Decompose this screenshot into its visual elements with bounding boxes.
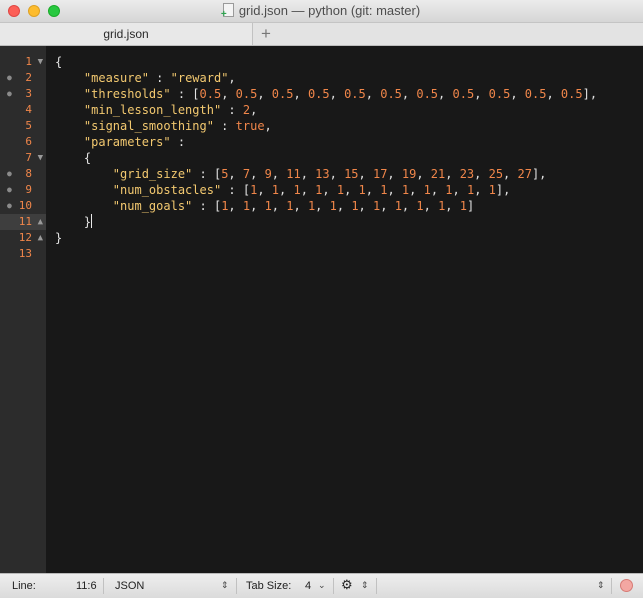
encoding-updown-icon[interactable]: ⇕ [597, 580, 605, 591]
line-number: 3 [25, 87, 32, 100]
change-marker-icon: ● [7, 185, 12, 194]
code-line[interactable]: "num_goals" : [1, 1, 1, 1, 1, 1, 1, 1, 1… [55, 198, 474, 214]
code-line[interactable]: "signal_smoothing" : true, [55, 118, 272, 134]
code-line[interactable]: } [55, 230, 62, 246]
code-line[interactable]: "num_obstacles" : [1, 1, 1, 1, 1, 1, 1, … [55, 182, 511, 198]
gutter-line[interactable]: 13 [0, 246, 46, 262]
chevron-down-icon[interactable]: ⌄ [318, 580, 326, 591]
code-line[interactable]: } [55, 214, 93, 230]
code-editor[interactable]: 1 ▼ ● 2 ● 3 4 5 6 7 ▼ ● 8 ● 9 ● 10 11 ▲ 12 ▲ 13 { "measure" :… [0, 46, 643, 573]
tab-size-label: Tab Size: [246, 580, 292, 592]
gutter-line[interactable]: 4 [0, 102, 46, 118]
line-number: 12 [18, 231, 32, 244]
gutter-line[interactable]: ● 8 [0, 166, 46, 182]
fold-arrow-icon[interactable]: ▲ [38, 230, 43, 246]
line-number: 11 [18, 215, 32, 228]
line-number-gutter: 1 ▼ ● 2 ● 3 4 5 6 7 ▼ ● 8 ● 9 ● 10 11 ▲ 12 ▲ 13 [0, 46, 46, 573]
syntax-selector[interactable]: JSON [115, 580, 144, 592]
code-line[interactable]: "thresholds" : [0.5, 0.5, 0.5, 0.5, 0.5,… [55, 86, 597, 102]
text-cursor [91, 214, 93, 228]
tab-size-value[interactable]: 4 [305, 580, 311, 592]
line-number: 6 [25, 135, 32, 148]
gutter-line[interactable]: ● 3 [0, 86, 46, 102]
gutter-line[interactable]: 11 ▲ [0, 214, 46, 230]
change-marker-icon: ● [7, 201, 12, 210]
line-number: 1 [25, 55, 32, 68]
code-line[interactable]: { [55, 54, 62, 70]
settings-updown-icon[interactable]: ⇕ [361, 580, 369, 591]
tab-grid-json[interactable]: grid.json [0, 23, 253, 45]
window-title-text: grid.json — python (git: master) [238, 3, 421, 18]
status-divider [376, 578, 377, 594]
gutter-line[interactable]: 1 ▼ [0, 54, 46, 70]
gutter-line[interactable]: ● 10 [0, 198, 46, 214]
code-line[interactable]: "parameters" : [55, 134, 185, 150]
tab-bar: grid.json + [0, 23, 643, 46]
title-bar: grid.json — python (git: master) [0, 0, 643, 23]
line-number: 10 [18, 199, 32, 212]
line-number: 2 [25, 71, 32, 84]
new-tab-button[interactable]: + [256, 23, 276, 45]
gutter-line[interactable]: 7 ▼ [0, 150, 46, 166]
line-label: Line: [12, 580, 36, 592]
document-icon [221, 3, 234, 20]
gutter-line[interactable]: 6 [0, 134, 46, 150]
fold-arrow-icon[interactable]: ▼ [38, 54, 43, 70]
record-macro-icon[interactable] [620, 579, 633, 592]
code-line[interactable]: "measure" : "reward", [55, 70, 236, 86]
line-number: 9 [25, 183, 32, 196]
gear-icon[interactable]: ⚙ [341, 577, 353, 593]
line-number: 13 [18, 247, 32, 260]
app-window: grid.json — python (git: master) grid.js… [0, 0, 643, 598]
cursor-position[interactable]: 11:6 [76, 580, 97, 592]
code-line[interactable]: "grid_size" : [5, 7, 9, 11, 13, 15, 17, … [55, 166, 547, 182]
syntax-updown-icon[interactable]: ⇕ [221, 580, 229, 591]
change-marker-icon: ● [7, 89, 12, 98]
gutter-line[interactable]: ● 2 [0, 70, 46, 86]
change-marker-icon: ● [7, 73, 12, 82]
line-number: 4 [25, 103, 32, 116]
line-number: 5 [25, 119, 32, 132]
gutter-line[interactable]: 12 ▲ [0, 230, 46, 246]
status-divider [103, 578, 104, 594]
code-line[interactable]: "min_lesson_length" : 2, [55, 102, 257, 118]
status-divider [611, 578, 612, 594]
window-title: grid.json — python (git: master) [0, 3, 643, 20]
status-divider [333, 578, 334, 594]
status-bar: Line: 11:6 JSON ⇕ Tab Size: 4 ⌄ ⚙ ⇕ ⇕ [0, 573, 643, 598]
gutter-line[interactable]: ● 9 [0, 182, 46, 198]
line-number: 7 [25, 151, 32, 164]
change-marker-icon: ● [7, 169, 12, 178]
fold-arrow-icon[interactable]: ▲ [38, 214, 43, 230]
gutter-line[interactable]: 5 [0, 118, 46, 134]
status-divider [236, 578, 237, 594]
code-line[interactable]: { [55, 150, 91, 166]
line-number: 8 [25, 167, 32, 180]
fold-arrow-icon[interactable]: ▼ [38, 150, 43, 166]
